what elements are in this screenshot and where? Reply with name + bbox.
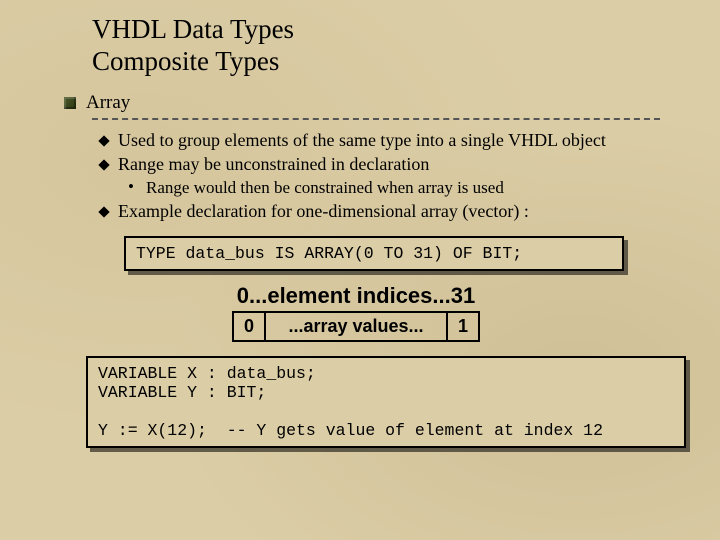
bullet-level1-text: Array [86,92,130,113]
code-box-type-decl: TYPE data_bus IS ARRAY(0 TO 31) OF BIT; [124,236,624,271]
bullet-level2-b: Range may be unconstrained in declaratio… [98,154,660,175]
title-line-2: Composite Types [92,46,279,76]
bullet-text: Example declaration for one-dimensional … [118,201,529,221]
bullet-level1-array: Array [82,92,660,114]
array-cells: 0 ...array values... 1 [52,311,660,342]
index-label: 0...element indices...31 [52,283,660,309]
index-right: 31 [451,283,475,308]
index-mid: ...element indices... [249,283,451,308]
title-line-1: VHDL Data Types [92,14,294,44]
bullet-text: Range would then be constrained when arr… [146,178,504,197]
bullet-text: Range may be unconstrained in declaratio… [118,154,429,174]
code-box-usage: VARIABLE X : data_bus; VARIABLE Y : BIT;… [86,356,686,448]
cell-mid: ...array values... [266,311,446,342]
code-text: TYPE data_bus IS ARRAY(0 TO 31) OF BIT; [136,244,522,263]
bullet-level2-c: Example declaration for one-dimensional … [98,201,660,222]
slide-title: VHDL Data Types Composite Types [92,14,660,78]
cell-left: 0 [232,311,266,342]
code-text: VARIABLE X : data_bus; VARIABLE Y : BIT;… [98,364,603,440]
cell-right: 1 [446,311,480,342]
slide: VHDL Data Types Composite Types Array Us… [0,0,720,470]
index-left: 0 [237,283,249,308]
bullet-level2-a: Used to group elements of the same type … [98,130,660,151]
bullet-level3-a: Range would then be constrained when arr… [112,178,660,198]
divider [92,118,660,120]
bullet-text: Used to group elements of the same type … [118,130,606,150]
